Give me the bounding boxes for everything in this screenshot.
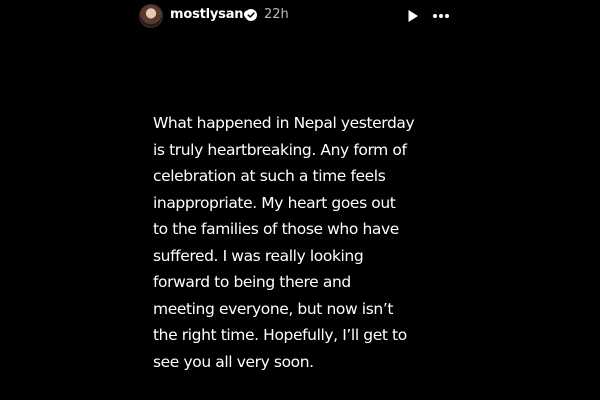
page: mostlysane 22h What happened in Nepal ye… bbox=[0, 0, 600, 400]
story-text: What happened in Nepal yesterday is trul… bbox=[153, 114, 415, 371]
story-header: mostlysane 22h bbox=[130, 0, 455, 32]
play-icon[interactable] bbox=[407, 9, 419, 23]
username[interactable]: mostlysane bbox=[170, 7, 252, 22]
more-options-icon[interactable] bbox=[432, 9, 450, 23]
story-viewer[interactable]: mostlysane 22h What happened in Nepal ye… bbox=[130, 0, 455, 400]
avatar[interactable] bbox=[139, 4, 163, 28]
verified-badge-icon bbox=[245, 9, 257, 21]
post-time: 22h bbox=[264, 7, 289, 22]
